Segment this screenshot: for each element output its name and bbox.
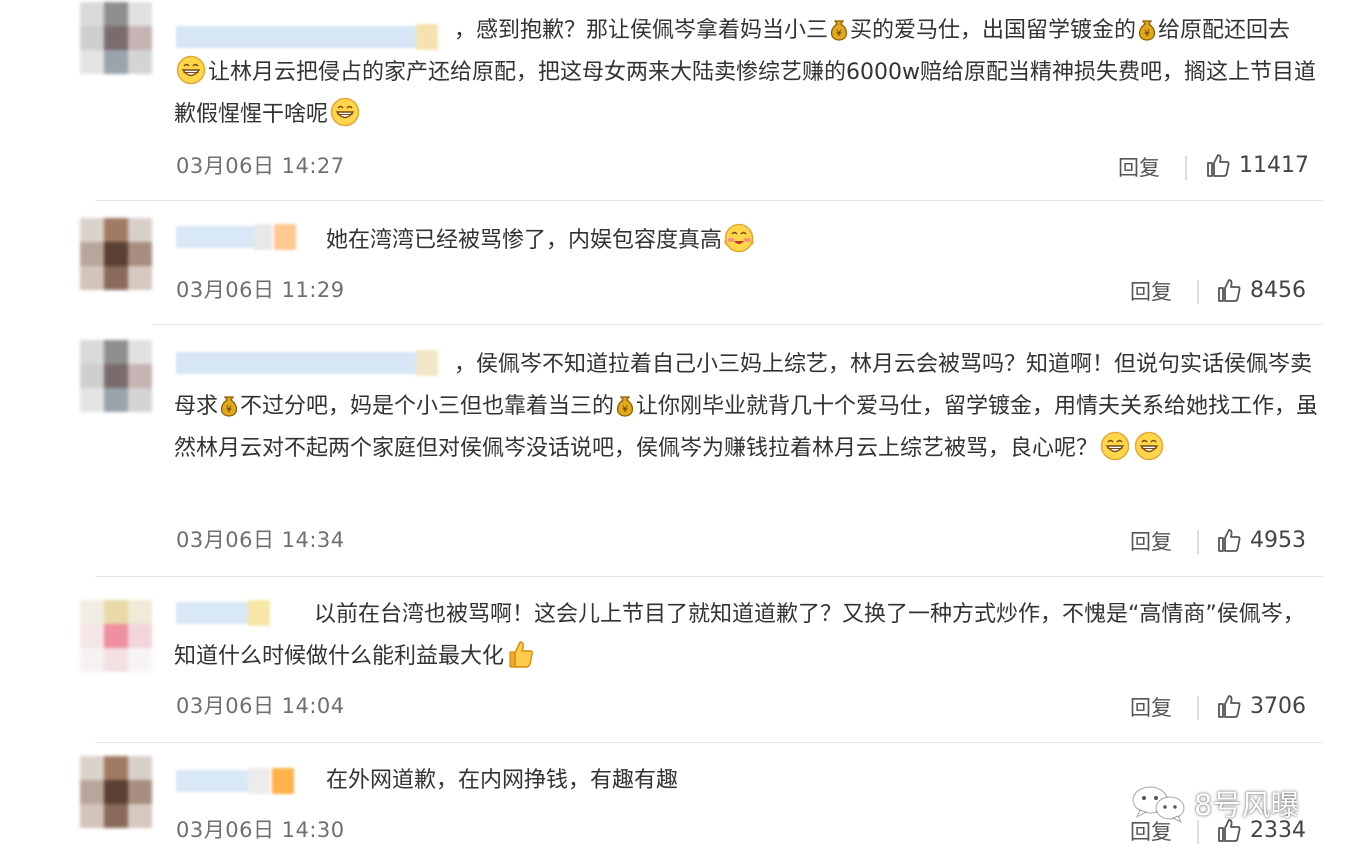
grin-emoji-icon	[330, 97, 360, 127]
grin-emoji-icon	[1134, 431, 1164, 461]
like-button[interactable]: 8456	[1216, 277, 1306, 303]
username[interactable]	[176, 222, 301, 252]
divider	[1185, 156, 1187, 180]
watermark-text: 8号风曝	[1194, 788, 1300, 822]
svg-text:¥: ¥	[1144, 29, 1150, 39]
like-count: 4953	[1250, 527, 1306, 553]
comment-time: 03月06日 14:34	[176, 528, 345, 552]
comment-text: ，侯佩岑不知道拉着自己小三妈上综艺，林月云会被骂吗？知道啊！但说句实话侯佩岑卖母…	[174, 352, 1319, 461]
comment-text: 她在湾湾已经被骂惨了，内娱包容度真高	[326, 220, 1326, 262]
comment-time: 03月06日 14:04	[176, 694, 345, 718]
avatar[interactable]	[80, 340, 152, 412]
thumbs-up-icon	[1218, 529, 1241, 552]
like-button[interactable]: 4953	[1216, 527, 1306, 553]
grin-emoji-icon	[176, 55, 206, 85]
reply-button[interactable]: 回复	[1118, 152, 1160, 182]
svg-text:¥: ¥	[622, 405, 628, 415]
like-count: 8456	[1250, 277, 1306, 303]
comment-text: ，感到抱歉？那让侯佩岑拿着妈当小三 ¥ 买的爱马仕，出国留学镀金的 ¥ 给原配还回去 让林…	[174, 17, 1316, 127]
coin-icon: ¥	[615, 393, 635, 417]
svg-text:¥: ¥	[836, 29, 842, 39]
avatar[interactable]	[80, 600, 152, 672]
reply-button[interactable]: 回复	[1130, 526, 1172, 556]
comment-text: 在外网道歉，在内网挣钱，有趣有趣	[326, 768, 679, 793]
coin-icon: ¥	[219, 393, 239, 417]
comment-time: 03月06日 11:29	[176, 278, 345, 302]
like-count: 11417	[1239, 152, 1309, 178]
svg-text:¥: ¥	[226, 405, 232, 415]
comment-divider	[152, 324, 1322, 325]
coin-icon: ¥	[1137, 17, 1157, 41]
comment-time: 03月06日 14:30	[176, 818, 345, 842]
comment-divider	[95, 742, 1323, 743]
divider	[1197, 530, 1199, 554]
username[interactable]	[176, 766, 301, 796]
thumbs-up-icon	[1218, 279, 1241, 302]
thumbs-up-icon	[1218, 695, 1241, 718]
reply-button[interactable]: 回复	[1130, 692, 1172, 722]
divider	[1197, 280, 1199, 304]
comment-time: 03月06日 14:27	[176, 154, 345, 178]
like-count: 3706	[1250, 693, 1306, 719]
thumbs-up-emoji-icon	[506, 639, 536, 669]
comment-divider	[95, 200, 1323, 201]
comment-divider	[95, 576, 1323, 577]
watermark: 8号风曝	[1128, 782, 1299, 824]
blush-emoji-icon	[724, 223, 754, 253]
avatar[interactable]	[80, 218, 152, 290]
grin-emoji-icon	[1100, 431, 1130, 461]
like-button[interactable]: 3706	[1216, 693, 1306, 719]
like-button[interactable]: 11417	[1205, 152, 1309, 178]
divider	[1197, 696, 1199, 720]
thumbs-up-icon	[1207, 154, 1230, 177]
avatar[interactable]	[80, 2, 152, 74]
comment-text: 以前在台湾也被骂啊！这会儿上节目了就知道道歉了？又换了一种方式炒作，不愧是“高情…	[174, 602, 1305, 669]
coin-icon: ¥	[829, 17, 849, 41]
wechat-icon	[1132, 786, 1185, 823]
avatar[interactable]	[80, 756, 152, 828]
reply-button[interactable]: 回复	[1130, 276, 1172, 306]
